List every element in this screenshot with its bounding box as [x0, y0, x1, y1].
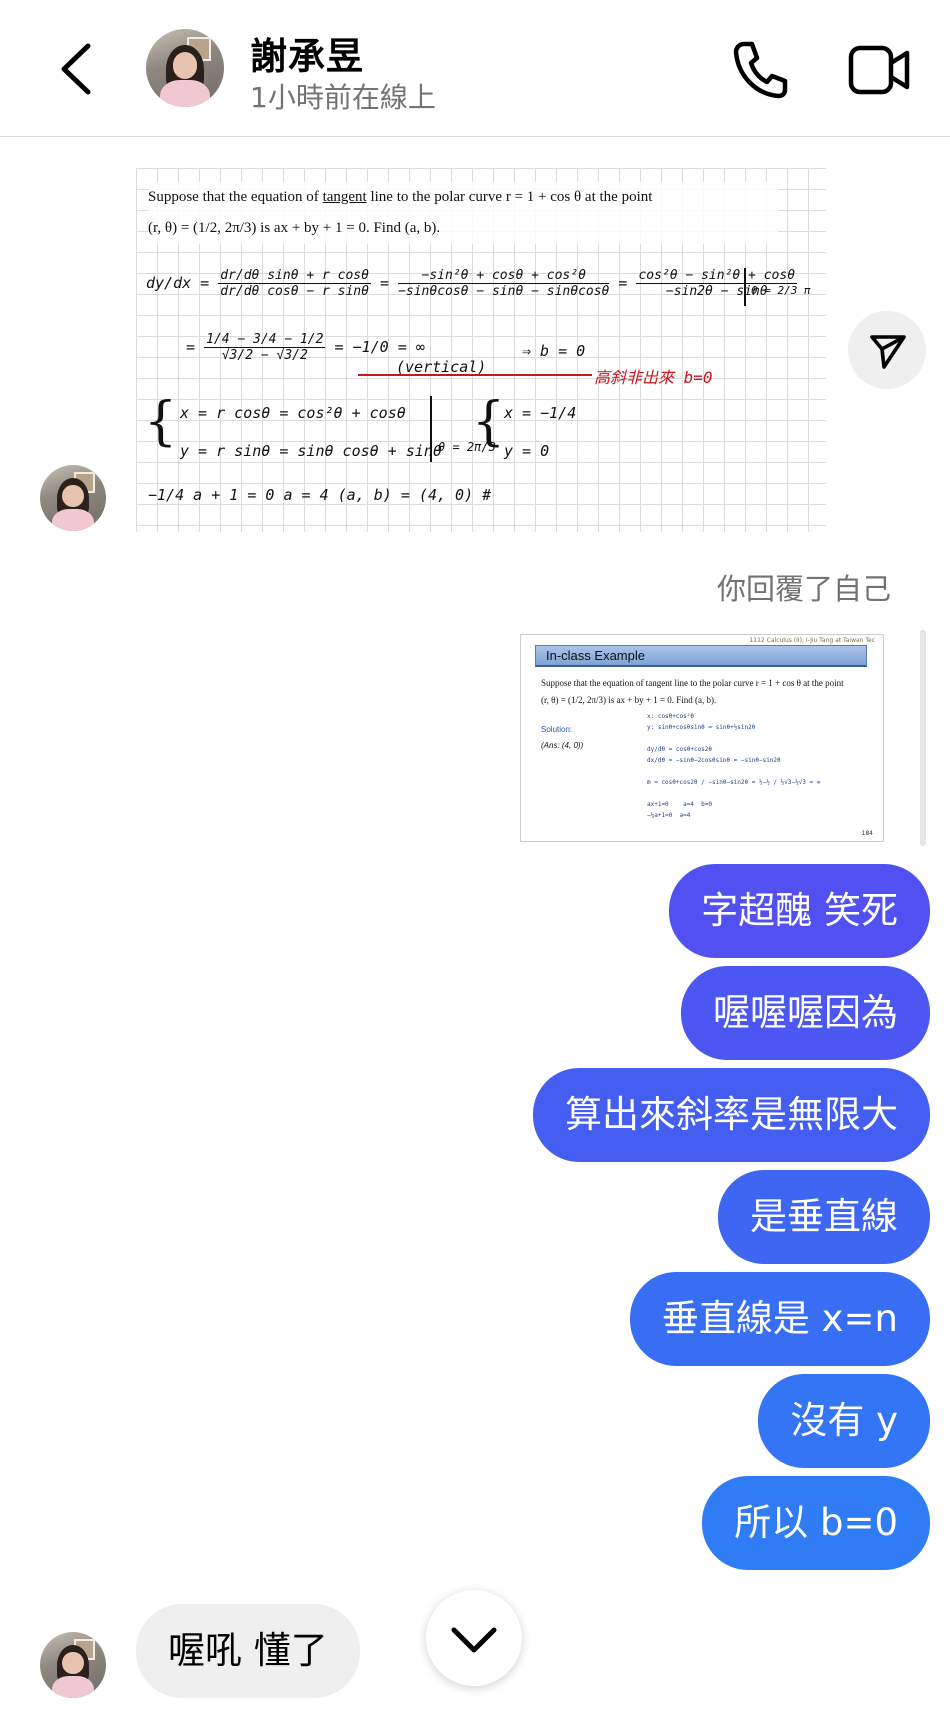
outgoing-message[interactable]: 沒有 y: [758, 1374, 930, 1468]
course-tag: 1112 Calculus (II), I-Jiu Tang at Taiwan…: [749, 637, 875, 644]
implies-text: ⇒ b = 0: [522, 342, 586, 360]
derivative-line: dy/dx = dr/dθ sinθ + r cosθ dr/dθ cosθ − …: [146, 268, 798, 299]
paper-plane-icon[interactable]: [848, 311, 926, 389]
image-message-handwritten-solution[interactable]: Suppose that the equation of tangent lin…: [136, 168, 826, 532]
red-note: 高斜非出來 b=0: [594, 368, 713, 387]
outgoing-message[interactable]: 喔喔喔因為: [681, 966, 930, 1060]
outgoing-message[interactable]: 字超醜 笑死: [669, 864, 930, 958]
chevron-left-icon[interactable]: [52, 38, 104, 100]
image-message-slide[interactable]: 1112 Calculus (II), I-Jiu Tang at Taiwan…: [520, 634, 884, 842]
avatar[interactable]: [146, 29, 224, 107]
chevron-down-icon[interactable]: [426, 1590, 522, 1686]
red-underline: [358, 374, 592, 376]
contact-status: 1小時前在線上: [250, 81, 436, 114]
video-camera-icon[interactable]: [848, 42, 910, 98]
answer-label: (Ans: (4, 0)): [541, 741, 584, 750]
contact-name[interactable]: 謝承昱: [250, 26, 364, 80]
question-text: Suppose that the equation of tangent lin…: [148, 182, 778, 244]
page-number: 184: [861, 830, 873, 837]
y-value: y = 0: [504, 442, 550, 460]
outgoing-message[interactable]: 算出來斜率是無限大: [533, 1068, 930, 1162]
solution-label: Solution:: [541, 725, 573, 734]
avatar[interactable]: [40, 465, 106, 531]
slide-title-bar: In-class Example: [535, 645, 867, 667]
phone-icon[interactable]: [730, 38, 790, 100]
x-value: x = −1/4: [504, 404, 577, 422]
chat-header: 謝承昱 1小時前在線上: [0, 0, 950, 137]
scrollbar[interactable]: [920, 630, 926, 846]
x-equation: x = r cosθ = cos²θ + cosθ: [180, 404, 406, 422]
avatar[interactable]: [40, 1632, 106, 1698]
limit-line: = 1/4 − 3/4 − 1/2 √3/2 − √3/2 = −1/0 = ∞: [186, 332, 425, 363]
eval-label: θ = 2/3 π: [751, 284, 811, 297]
reply-label: 你回覆了自己: [716, 572, 891, 606]
incoming-message[interactable]: 喔吼 懂了: [136, 1604, 360, 1698]
final-answer-line: −1/4 a + 1 = 0 a = 4 (a, b) = (4, 0) #: [148, 486, 492, 504]
y-equation: y = r sinθ = sinθ cosθ + sinθ: [180, 442, 442, 460]
outgoing-message[interactable]: 垂直線是 x=n: [629, 1272, 930, 1366]
outgoing-message[interactable]: 所以 b=0: [702, 1476, 930, 1570]
outgoing-message[interactable]: 是垂直線: [718, 1170, 930, 1264]
slide-title: In-class Example: [546, 648, 645, 663]
handwritten-work: x: cosθ+cos²θ y: sinθ+cosθsinθ = sinθ+½s…: [647, 713, 821, 819]
slide-question: Suppose that the equation of tangent lin…: [541, 678, 844, 705]
